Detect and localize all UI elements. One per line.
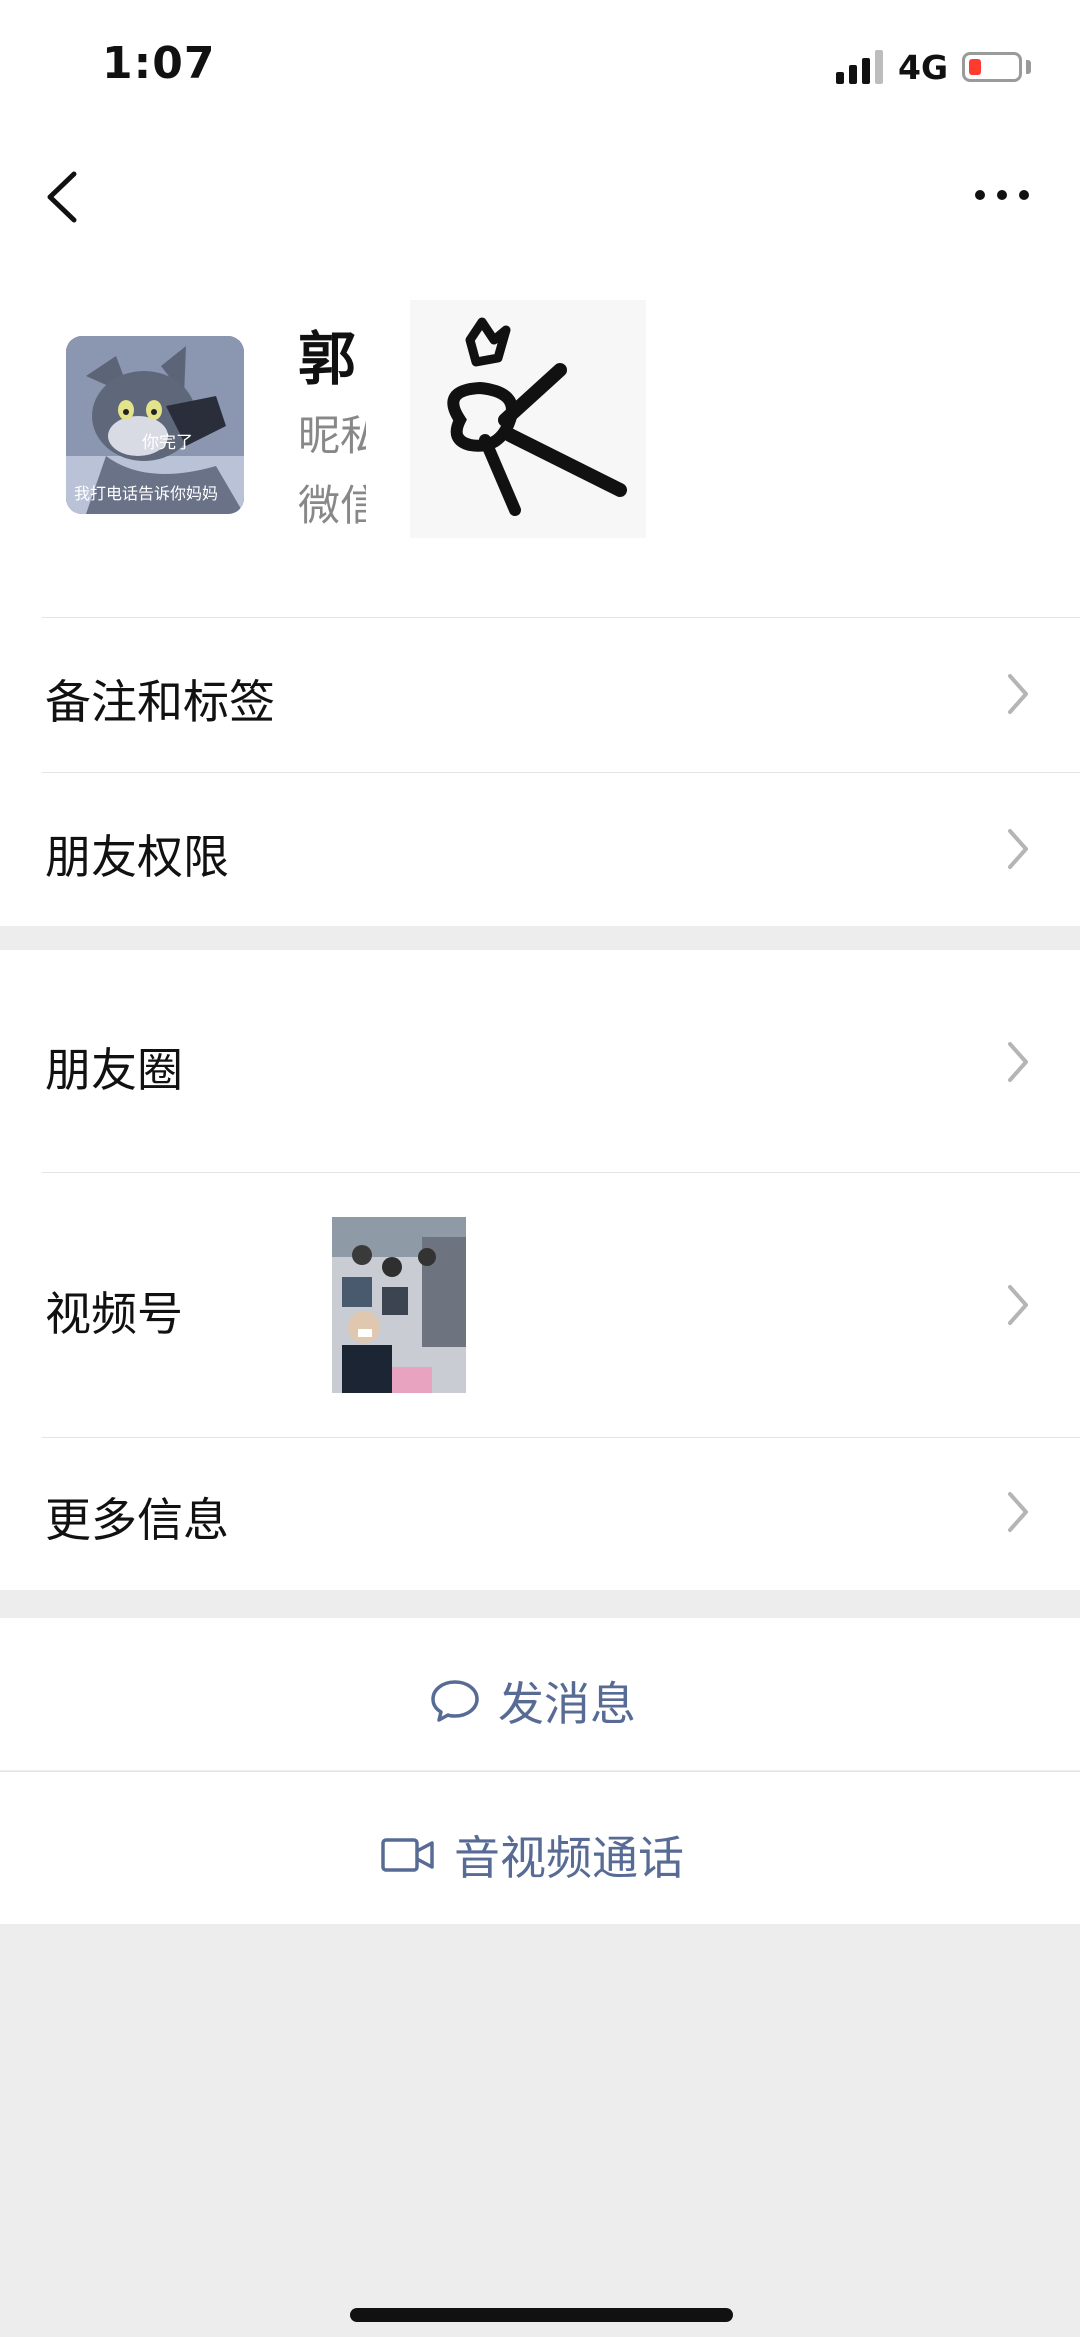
chevron-right-icon — [1008, 1285, 1028, 1325]
status-bar: 1:07 4G — [0, 0, 1080, 130]
emoji-sticker-icon — [410, 300, 646, 538]
video-call-button[interactable]: 音视频通话 — [0, 1772, 1080, 1924]
channels-video-thumbnail — [332, 1217, 466, 1393]
battery-nub — [1026, 60, 1031, 74]
video-camera-icon — [381, 1838, 434, 1872]
network-type: 4G — [898, 48, 949, 87]
channels-label: 视频号 — [45, 1287, 183, 1341]
send-message-label: 发消息 — [498, 1677, 636, 1731]
chevron-right-icon — [1008, 829, 1028, 869]
friend-permissions-row[interactable]: 朋友权限 — [0, 773, 1080, 926]
more-info-label: 更多信息 — [45, 1493, 229, 1547]
chat-bubble-icon — [431, 1680, 479, 1722]
avatar-caption-bottom: 我打电话告诉你妈妈 — [74, 484, 219, 503]
nav-bar — [0, 130, 1080, 260]
remarks-tags-row[interactable]: 备注和标签 — [0, 618, 1080, 772]
friend-permissions-label: 朋友权限 — [45, 830, 229, 884]
avatar[interactable]: 你完了 我打电话告诉你妈妈 — [66, 336, 244, 514]
video-call-label: 音视频通话 — [454, 1831, 684, 1885]
send-message-button[interactable]: 发消息 — [0, 1618, 1080, 1770]
moments-row[interactable]: 朋友圈 — [0, 950, 1080, 1172]
chevron-right-icon — [1008, 674, 1028, 714]
home-indicator[interactable] — [350, 2308, 733, 2322]
signal-icon — [836, 50, 883, 84]
channels-row[interactable]: 视频号 — [0, 1173, 1080, 1437]
battery-icon — [962, 52, 1022, 82]
avatar-caption-top: 你完了 — [142, 433, 193, 453]
battery-level — [969, 59, 981, 75]
content-group: 朋友圈 视频号 更多信息 — [0, 950, 1080, 1590]
profile-header: 你完了 我打电话告诉你妈妈 郭 昵私 微信 — [0, 260, 1080, 618]
moments-label: 朋友圈 — [45, 1043, 183, 1097]
remarks-tags-label: 备注和标签 — [45, 675, 275, 729]
more-info-row[interactable]: 更多信息 — [0, 1438, 1080, 1590]
chevron-left-icon[interactable] — [38, 166, 88, 228]
contact-name: 郭 — [298, 325, 357, 393]
status-time: 1:07 — [102, 38, 216, 89]
ellipsis-icon[interactable] — [972, 180, 1032, 210]
chevron-right-icon — [1008, 1492, 1028, 1532]
chevron-right-icon — [1008, 1042, 1028, 1082]
settings-group: 备注和标签 朋友权限 — [0, 618, 1080, 926]
